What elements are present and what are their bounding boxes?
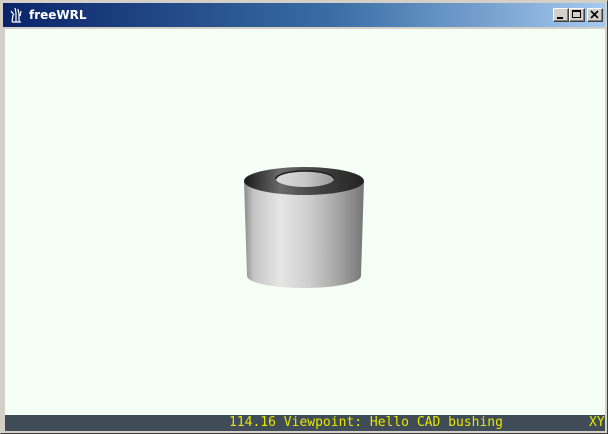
minimize-icon — [557, 17, 563, 19]
maximize-icon — [572, 10, 581, 18]
navigation-mode[interactable]: XY — [589, 415, 605, 431]
freewrl-window: freeWRL 114.16 Viewpoint: Hello CAD bush… — [0, 0, 608, 434]
window-title: freeWRL — [29, 8, 87, 22]
freewrl-hand-icon[interactable] — [8, 7, 24, 23]
bushing-body — [244, 181, 364, 288]
status-bar: 114.16 Viewpoint: Hello CAD bushing XY — [5, 415, 605, 431]
close-button[interactable] — [587, 8, 603, 22]
status-text: 114.16 Viewpoint: Hello CAD bushing — [229, 415, 503, 430]
minimize-button[interactable] — [553, 8, 569, 22]
title-bar[interactable]: freeWRL — [3, 3, 605, 27]
close-icon — [590, 10, 599, 19]
cad-bushing-model[interactable] — [5, 29, 605, 415]
3d-viewport[interactable] — [5, 29, 605, 415]
maximize-button[interactable] — [569, 8, 585, 22]
